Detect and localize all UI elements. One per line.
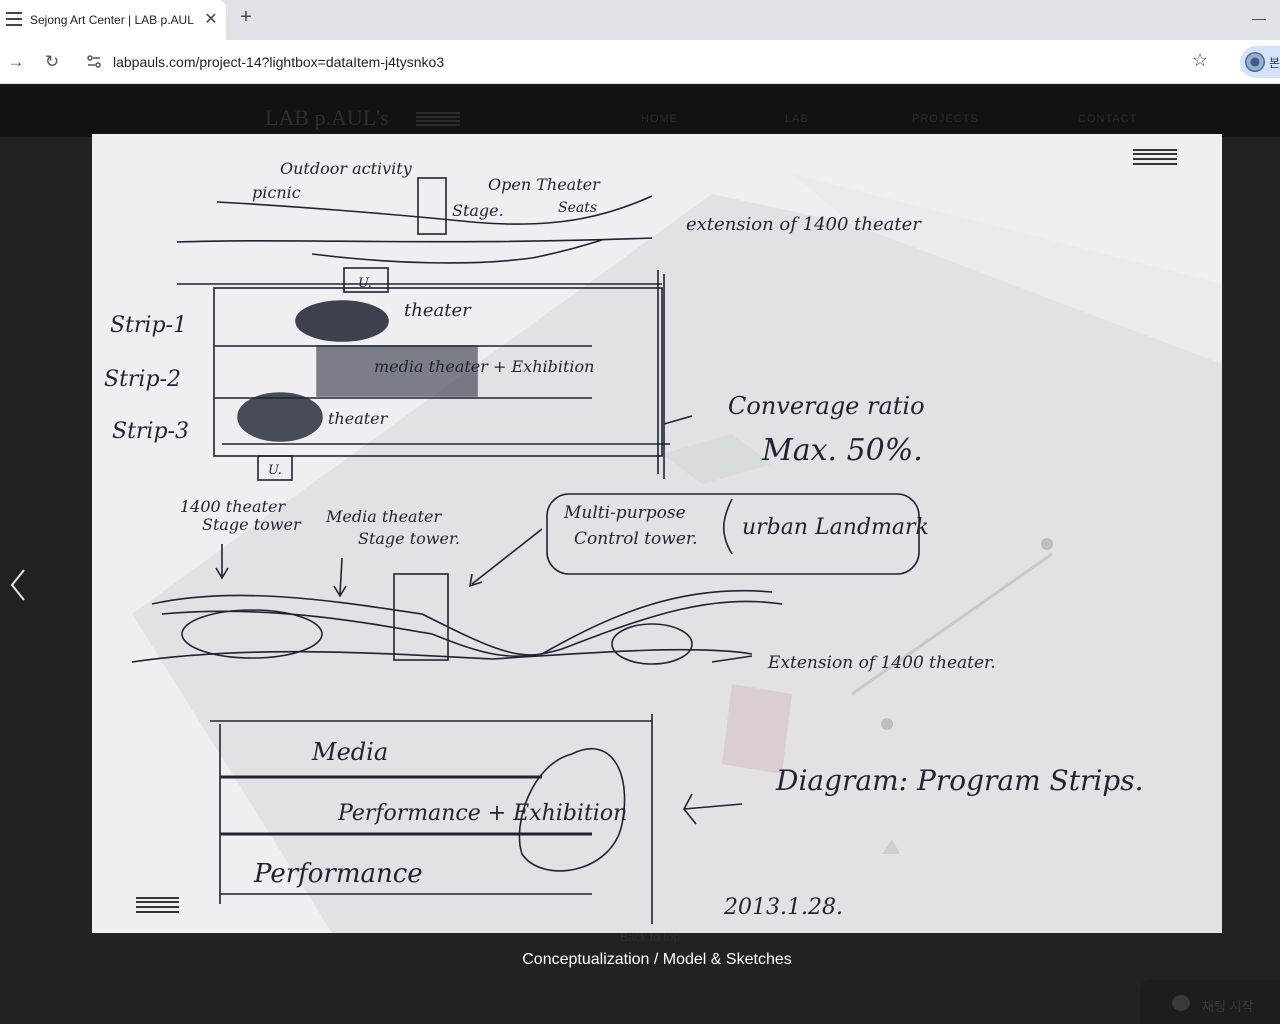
note-1400-theater: 1400 theater (180, 497, 286, 516)
nav-lab[interactable]: LAB (785, 113, 809, 125)
note-strip-1: Strip-1 (110, 313, 187, 338)
lightbox-caption: Conceptualization / Model & Sketches (522, 951, 792, 968)
note-u-bottom: U. (268, 463, 282, 478)
site-logo[interactable]: LAB p.AUL's (265, 105, 389, 131)
browser-tab[interactable]: Sejong Art Center | LAB p.AUL' ✕ (0, 0, 226, 40)
new-tab-icon[interactable]: + (236, 6, 256, 32)
nav-projects[interactable]: PROJECTS (912, 113, 979, 125)
nav-contact[interactable]: CONTACT (1078, 113, 1137, 125)
site-settings-icon[interactable] (86, 54, 102, 70)
note-extension-top: extension of 1400 theater (686, 214, 922, 235)
profile-button[interactable]: 본 (1240, 46, 1280, 78)
chat-button[interactable]: 채팅 시작 (1140, 980, 1280, 1024)
note-diagram: Diagram: Program Strips. (775, 764, 1144, 797)
reload-icon[interactable]: ↻ (40, 50, 64, 74)
note-control-tower: Control tower. (574, 529, 698, 549)
bookmark-star-icon[interactable]: ☆ (1192, 50, 1208, 71)
tab-title: Sejong Art Center | LAB p.AUL' (30, 13, 194, 27)
note-seats: Seats (558, 200, 597, 216)
note-theater-3: theater (328, 409, 389, 428)
note-extension-mid: Extension of 1400 theater. (767, 653, 996, 673)
lightbox-image: Outdoor activity picnic Open Theater Sta… (92, 134, 1222, 933)
note-theater-1: theater (404, 300, 472, 321)
logo-lines-icon (416, 112, 460, 126)
url-text: labpauls.com/project-14?lightbox=dataIte… (113, 54, 445, 70)
note-media-exhibition: media theater + Exhibition (374, 357, 594, 376)
note-u-top: U. (358, 276, 372, 291)
note-outdoor: Outdoor activity (280, 159, 413, 178)
site-header: LAB p.AUL's HOME LAB PROJECTS CONTACT (0, 85, 1280, 137)
avatar (1245, 52, 1265, 72)
chat-bubble-icon (1172, 995, 1190, 1011)
nav-home[interactable]: HOME (641, 113, 678, 125)
note-performance: Performance (253, 859, 423, 889)
note-media: Media (311, 738, 388, 766)
note-open-theater: Open Theater (488, 175, 601, 194)
browser-tab-strip: Sejong Art Center | LAB p.AUL' ✕ + (0, 0, 1280, 40)
browser-toolbar: → ↻ labpauls.com/project-14?lightbox=dat… (0, 40, 1280, 84)
minimize-window-icon[interactable] (1252, 10, 1266, 20)
profile-label: 본 (1269, 56, 1280, 70)
note-coverage: Converage ratio (728, 392, 925, 420)
address-bar[interactable]: labpauls.com/project-14?lightbox=dataIte… (76, 46, 1224, 78)
note-strip-3: Strip-3 (112, 419, 189, 444)
note-date: 2013.1.28. (723, 895, 843, 920)
chevron-left-icon (10, 569, 25, 601)
chat-label: 채팅 시작 (1202, 999, 1254, 1014)
note-stage-tower: Stage tower (202, 515, 302, 534)
note-picnic: picnic (252, 183, 301, 202)
previous-image-button[interactable] (6, 566, 32, 604)
note-stage: Stage. (452, 201, 504, 220)
tab-menu-icon[interactable] (6, 12, 22, 26)
sketch-menu-icon-top (1133, 149, 1177, 165)
note-performance-exhibition: Performance + Exhibition (337, 801, 627, 826)
note-strip-2: Strip-2 (104, 367, 181, 392)
close-tab-icon[interactable]: ✕ (203, 9, 219, 29)
note-multi-purpose: Multi-purpose (563, 503, 686, 523)
note-media-theater: Media theater (325, 507, 442, 526)
forward-icon[interactable]: → (4, 50, 28, 74)
sketch-drawing: Outdoor activity picnic Open Theater Sta… (104, 149, 1222, 933)
sketch-menu-icon-bottom (136, 897, 179, 913)
note-stage-tower-2: Stage tower. (358, 529, 460, 548)
note-urban-landmark: urban Landmark (742, 515, 929, 540)
note-max: Max. 50%. (761, 433, 923, 468)
